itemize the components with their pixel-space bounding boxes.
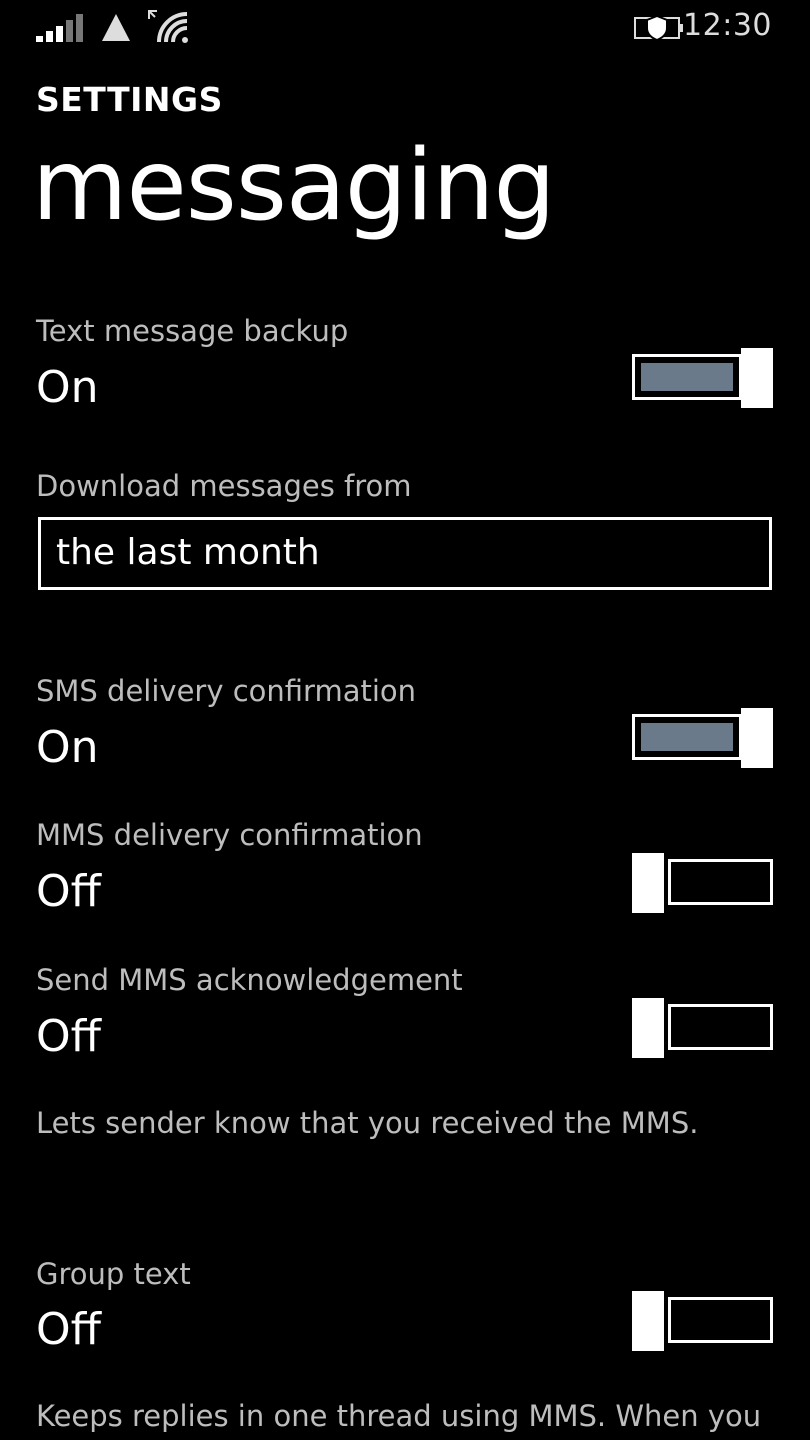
network-triangle-icon — [102, 14, 130, 41]
mms-ack-label: Send MMS acknowledgement — [36, 963, 463, 997]
sms-confirmation-state: On — [36, 722, 99, 773]
signal-strength-icon — [36, 14, 83, 42]
toggle-track — [632, 714, 742, 760]
download-from-dropdown[interactable]: the last month — [38, 517, 772, 590]
mms-confirmation-toggle[interactable] — [632, 853, 773, 913]
download-from-value: the last month — [56, 532, 320, 573]
battery-saver-icon — [634, 14, 683, 42]
toggle-track — [632, 354, 742, 400]
mms-ack-state: Off — [36, 1011, 101, 1062]
mms-ack-hint: Lets sender know that you received the M… — [36, 1106, 699, 1140]
sms-confirmation-toggle[interactable] — [632, 708, 773, 768]
sms-confirmation-label: SMS delivery confirmation — [36, 674, 417, 708]
download-from-label: Download messages from — [36, 469, 412, 503]
page-title: messaging — [32, 129, 556, 243]
mms-confirmation-state: Off — [36, 866, 101, 917]
toggle-thumb[interactable] — [741, 708, 773, 768]
toggle-thumb[interactable] — [741, 348, 773, 408]
text-backup-state: On — [36, 362, 99, 413]
group-text-state: Off — [36, 1304, 101, 1355]
group-text-hint: Keeps replies in one thread using MMS. W… — [36, 1399, 762, 1433]
group-text-toggle[interactable] — [632, 1291, 773, 1351]
toggle-fill — [641, 363, 733, 391]
wifi-icon — [148, 10, 188, 43]
toggle-track — [668, 1297, 773, 1343]
mms-ack-toggle[interactable] — [632, 998, 773, 1058]
clock: 12:30 — [683, 8, 772, 43]
status-bar: 12:30 — [0, 0, 810, 56]
group-text-label: Group text — [36, 1257, 191, 1291]
toggle-track — [668, 859, 773, 905]
toggle-thumb[interactable] — [632, 998, 664, 1058]
text-backup-label: Text message backup — [36, 314, 349, 348]
toggle-fill — [641, 723, 733, 751]
toggle-thumb[interactable] — [632, 1291, 664, 1351]
text-backup-toggle[interactable] — [632, 348, 773, 408]
breadcrumb: SETTINGS — [36, 80, 223, 119]
toggle-track — [668, 1004, 773, 1050]
toggle-thumb[interactable] — [632, 853, 664, 913]
mms-confirmation-label: MMS delivery confirmation — [36, 818, 423, 852]
